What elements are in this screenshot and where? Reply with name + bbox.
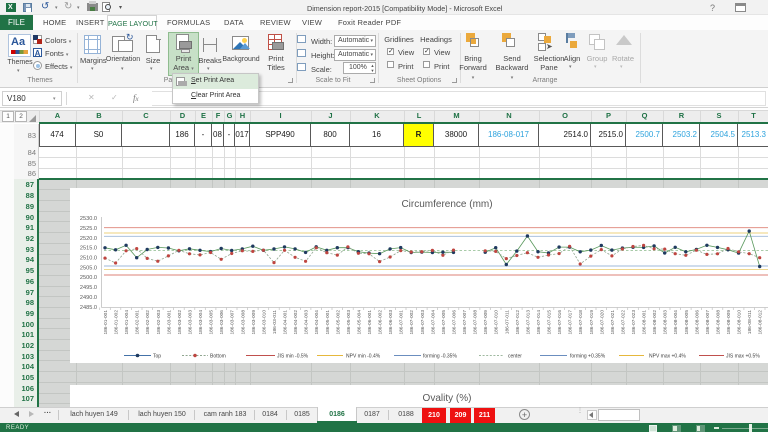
svg-text:186-06-001: 186-06-001 xyxy=(367,310,373,335)
svg-text:186-04-003: 186-04-003 xyxy=(304,310,310,335)
svg-text:186-03-003: 186-03-003 xyxy=(188,310,194,335)
svg-text:186-08-005: 186-08-005 xyxy=(684,310,690,335)
svg-text:186-08-012: 186-08-012 xyxy=(758,310,764,335)
svg-text:186-07-007: 186-07-007 xyxy=(462,310,468,335)
svg-text:186-07-020: 186-07-020 xyxy=(599,310,605,335)
svg-text:186-08-007: 186-08-007 xyxy=(705,310,711,335)
svg-text:186-05-001: 186-05-001 xyxy=(325,310,331,335)
svg-text:186-07-022: 186-07-022 xyxy=(620,310,626,335)
svg-text:186-05-002: 186-05-002 xyxy=(335,310,341,335)
svg-text:Top: Top xyxy=(153,353,161,359)
svg-text:186-08-003: 186-08-003 xyxy=(663,310,669,335)
svg-text:186-02-002: 186-02-002 xyxy=(145,310,151,335)
svg-text:186-03-005: 186-03-005 xyxy=(209,310,215,335)
svg-text:186-07-010: 186-07-010 xyxy=(494,310,500,335)
svg-text:186-07-001: 186-07-001 xyxy=(399,310,405,335)
svg-text:186-07-002: 186-07-002 xyxy=(409,310,415,335)
svg-text:NPV max +0.4%: NPV max +0.4% xyxy=(649,353,686,359)
svg-text:186-01-004: 186-01-004 xyxy=(124,310,130,335)
svg-text:186-03-002: 186-03-002 xyxy=(177,310,183,335)
svg-text:186-03-008: 186-03-008 xyxy=(240,310,246,335)
svg-text:186-07-021: 186-07-021 xyxy=(610,310,616,335)
svg-text:2500.0: 2500.0 xyxy=(80,275,97,281)
svg-text:Circumference (mm): Circumference (mm) xyxy=(401,199,492,210)
svg-text:186-05-003: 186-05-003 xyxy=(346,310,352,335)
svg-text:186-04-001: 186-04-001 xyxy=(283,310,289,335)
svg-text:2515.0: 2515.0 xyxy=(80,246,97,252)
svg-text:JIS min -0.5%: JIS min -0.5% xyxy=(277,353,309,359)
svg-text:186-07-023: 186-07-023 xyxy=(631,310,637,335)
svg-text:NPV min -0.4%: NPV min -0.4% xyxy=(346,353,381,359)
svg-text:186-07-003: 186-07-003 xyxy=(420,310,426,335)
svg-text:186-03-006: 186-03-006 xyxy=(219,310,225,335)
svg-text:186-08-008: 186-08-008 xyxy=(716,310,722,335)
svg-text:2530.0: 2530.0 xyxy=(80,216,97,222)
svg-text:186-03-009: 186-03-009 xyxy=(251,310,257,335)
svg-text:186-08-006: 186-08-006 xyxy=(694,310,700,335)
svg-text:186-07-012: 186-07-012 xyxy=(515,310,521,335)
svg-text:186-08-009: 186-08-009 xyxy=(726,310,732,335)
svg-text:186-03-007: 186-03-007 xyxy=(230,310,236,335)
svg-text:186-03-001: 186-03-001 xyxy=(166,310,172,335)
svg-text:186-04-004: 186-04-004 xyxy=(314,310,320,335)
svg-text:186-08-002: 186-08-002 xyxy=(652,310,658,335)
svg-text:forming +0.35%: forming +0.35% xyxy=(570,353,606,359)
svg-text:186-01-002: 186-01-002 xyxy=(114,310,120,335)
svg-text:center: center xyxy=(508,353,522,359)
svg-text:186-07-016: 186-07-016 xyxy=(557,310,563,335)
svg-text:186-03-010: 186-03-010 xyxy=(261,310,267,335)
svg-text:2525.0: 2525.0 xyxy=(80,226,97,232)
svg-text:2510.0: 2510.0 xyxy=(80,256,97,262)
svg-text:186-07-013: 186-07-013 xyxy=(525,310,531,335)
svg-text:2490.0: 2490.0 xyxy=(80,295,97,301)
svg-text:186-07-019: 186-07-019 xyxy=(589,310,595,335)
svg-text:186-04-002: 186-04-002 xyxy=(293,310,299,335)
svg-text:186-07-009: 186-07-009 xyxy=(483,310,489,335)
svg-text:186-07-004: 186-07-004 xyxy=(430,310,436,335)
svg-text:186-07-008: 186-07-008 xyxy=(473,310,479,335)
svg-text:Ovality (%): Ovality (%) xyxy=(423,393,472,404)
svg-text:186-08-011: 186-08-011 xyxy=(747,310,753,335)
svg-text:186-07-011: 186-07-011 xyxy=(504,310,510,335)
svg-text:186-02-003: 186-02-003 xyxy=(156,310,162,335)
svg-text:forming -0.35%: forming -0.35% xyxy=(423,353,457,359)
svg-text:186-07-014: 186-07-014 xyxy=(536,310,542,335)
svg-text:186-07-005: 186-07-005 xyxy=(441,310,447,335)
svg-text:2485.0: 2485.0 xyxy=(80,305,97,311)
svg-text:186-07-018: 186-07-018 xyxy=(578,310,584,335)
svg-text:186-08-010: 186-08-010 xyxy=(737,310,743,335)
svg-text:186-08-004: 186-08-004 xyxy=(673,310,679,335)
svg-text:JIS max +0.5%: JIS max +0.5% xyxy=(726,353,760,359)
svg-text:Bottom: Bottom xyxy=(210,353,226,359)
svg-text:186-07-017: 186-07-017 xyxy=(568,310,574,335)
svg-text:186-06-003: 186-06-003 xyxy=(388,310,394,335)
svg-text:2495.0: 2495.0 xyxy=(80,285,97,291)
svg-text:186-03-004: 186-03-004 xyxy=(198,310,204,335)
svg-text:2520.0: 2520.0 xyxy=(80,236,97,242)
svg-text:186-07-015: 186-07-015 xyxy=(547,310,553,335)
svg-text:186-06-002: 186-06-002 xyxy=(378,310,384,335)
svg-text:186-03-011: 186-03-011 xyxy=(272,310,278,335)
svg-text:186-02-001: 186-02-001 xyxy=(135,310,141,335)
svg-text:186-05-004: 186-05-004 xyxy=(356,310,362,335)
svg-text:2505.0: 2505.0 xyxy=(80,265,97,271)
svg-text:186-08-001: 186-08-001 xyxy=(642,310,648,335)
svg-text:186-01-001: 186-01-001 xyxy=(103,310,109,335)
svg-text:186-07-006: 186-07-006 xyxy=(452,310,458,335)
